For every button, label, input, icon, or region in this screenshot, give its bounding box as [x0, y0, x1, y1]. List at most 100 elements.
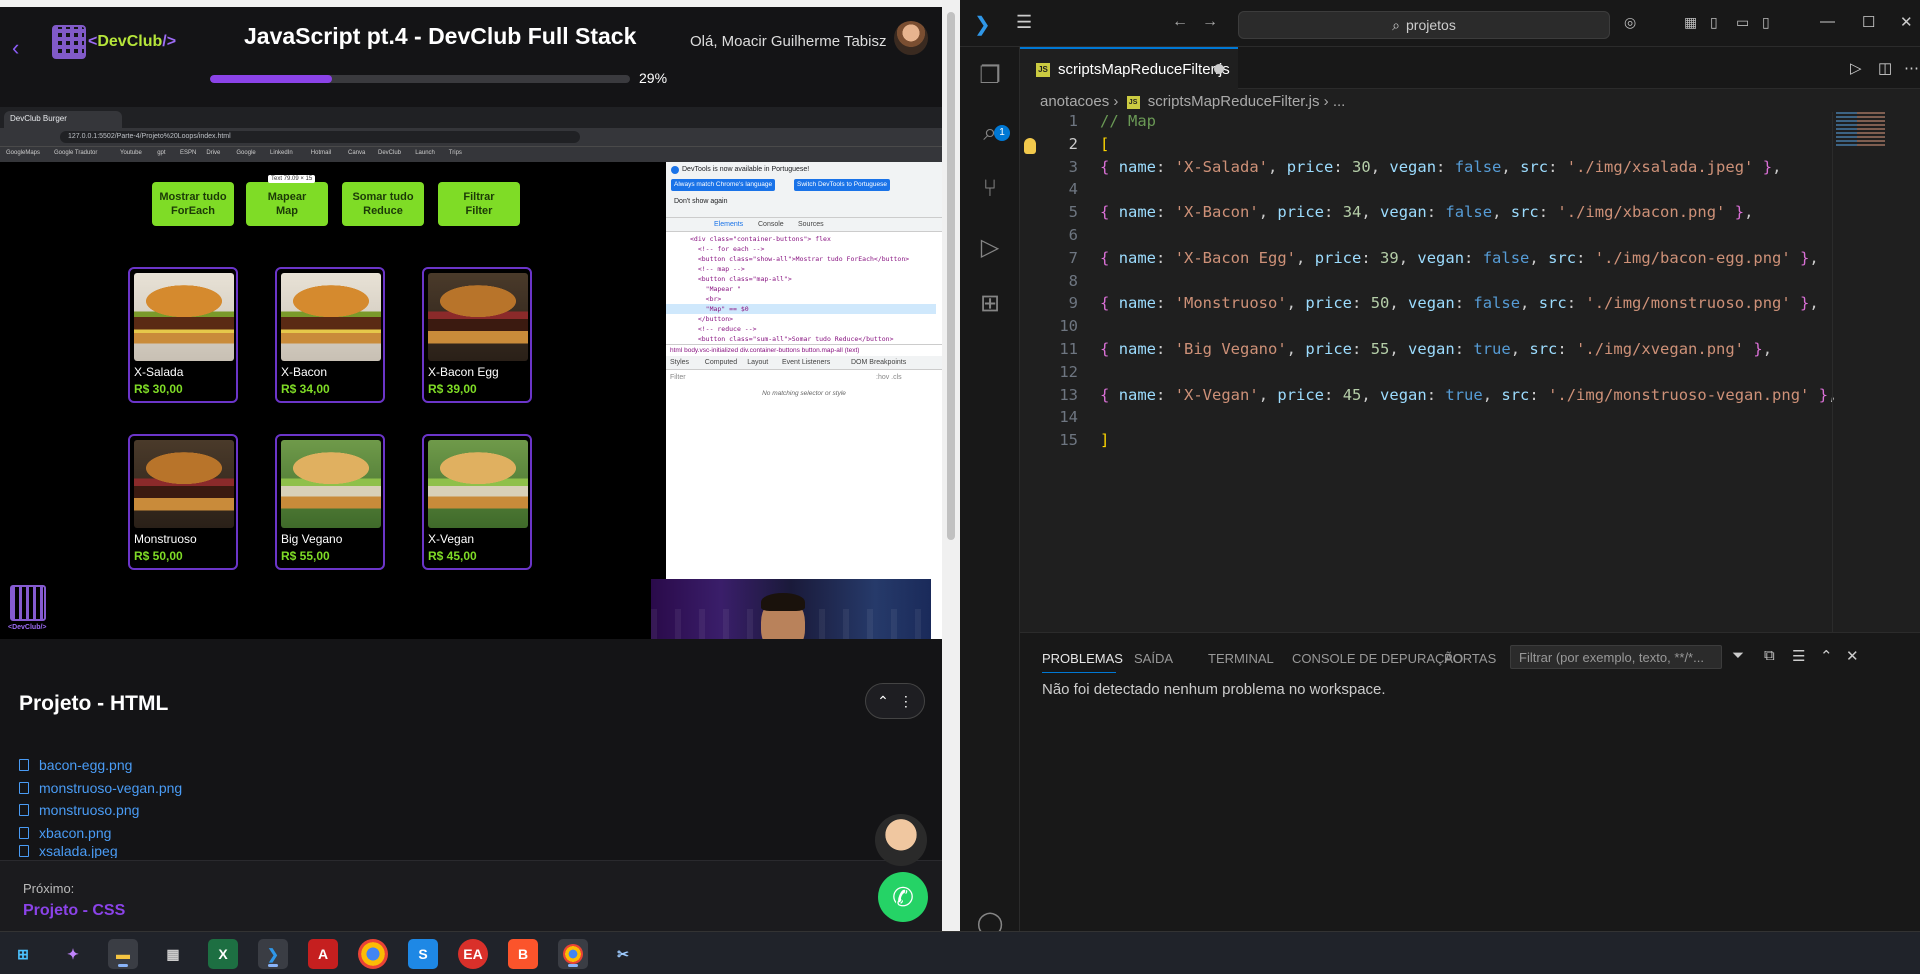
code-line[interactable]: { name: 'X-Vegan', price: 45, vegan: tru… — [1100, 386, 1837, 404]
filter-icon[interactable]: ⏷ — [1732, 647, 1744, 664]
site-logo-text: <DevClub/> — [8, 624, 47, 631]
close-icon[interactable]: ✕ — [1900, 13, 1913, 31]
layout-icon[interactable]: ▦ — [1684, 14, 1697, 31]
lesson-collapse-control[interactable]: ⌃ ⋮ — [865, 683, 925, 719]
scrollbar-thumb[interactable] — [947, 12, 955, 540]
code-line[interactable]: { name: 'X-Bacon Egg', price: 39, vegan:… — [1100, 249, 1819, 267]
minimap-line — [1836, 112, 1906, 114]
maximize-panel-icon[interactable]: ⌃ — [1820, 647, 1833, 665]
file-link[interactable]: monstruoso.png — [19, 799, 182, 822]
maximize-icon[interactable]: ☐ — [1862, 13, 1875, 31]
code-line[interactable]: { name: 'X-Bacon', price: 34, vegan: fal… — [1100, 203, 1753, 221]
menu-icon[interactable]: ☰ — [1016, 12, 1032, 33]
chrome-icon[interactable] — [358, 939, 388, 969]
code-line[interactable]: ] — [1100, 431, 1109, 449]
user-avatar[interactable] — [894, 21, 928, 55]
back-chevron-icon[interactable]: ‹ — [12, 35, 19, 61]
chevron-up-icon[interactable]: ⌃ — [877, 693, 889, 710]
toggle-sidebar-icon[interactable]: ▯ — [1710, 14, 1718, 31]
more-options-icon[interactable]: ⋮ — [899, 693, 913, 710]
chrome-profile-icon[interactable] — [558, 939, 588, 969]
list-view-icon[interactable]: ☰ — [1792, 647, 1805, 665]
file-explorer-icon[interactable]: ▬ — [108, 939, 138, 969]
windows-start-icon[interactable]: ⊞ — [8, 939, 38, 969]
tab-output[interactable]: SAÍDA — [1134, 651, 1173, 666]
instructor-webcam — [651, 579, 931, 639]
next-lesson-link[interactable]: Projeto - CSS — [23, 902, 125, 920]
editor-tab-active[interactable]: JS scriptsMapReduceFilter.js — [1020, 47, 1238, 89]
activity-bar: ❐ 1 ⌕ ⑂ ▷ ⊞ ◯ — [960, 47, 1020, 937]
minimap-line — [1836, 124, 1906, 126]
toggle-panel-icon[interactable]: ▭ — [1736, 14, 1749, 31]
brave-icon[interactable]: B — [508, 939, 538, 969]
minimize-icon[interactable]: — — [1820, 13, 1835, 30]
problems-filter-input[interactable]: Filtrar (por exemplo, texto, **/*... — [1510, 645, 1722, 669]
product-card: X-Salada R$ 30,00 — [128, 267, 238, 403]
bookmark-item: Google Tradutor — [54, 150, 98, 156]
close-panel-icon[interactable]: ✕ — [1846, 647, 1859, 665]
devtools-code-line: <br> — [690, 295, 722, 303]
code-editor[interactable]: 1 // Map 2 [3 { name: 'X-Salada', price: 30,… — [1020, 112, 1920, 632]
toggle-secondary-sidebar-icon[interactable]: ▯ — [1762, 14, 1770, 31]
code-line[interactable]: { name: 'Monstruoso', price: 50, vegan: … — [1100, 294, 1819, 312]
tab-terminal[interactable]: TERMINAL — [1208, 651, 1274, 666]
run-icon[interactable]: ▷ — [1850, 59, 1862, 77]
assistant-avatar[interactable] — [875, 814, 927, 866]
lesson-video[interactable]: DevClub Burger 127.0.0.1:5502/Parte-4/Pr… — [0, 107, 942, 639]
tab-problems[interactable]: PROBLEMAS — [1042, 651, 1123, 666]
app-blue-icon[interactable]: S — [408, 939, 438, 969]
search-icon[interactable]: ⌕ — [976, 119, 1004, 147]
line-number: 10 — [1059, 317, 1078, 336]
copilot-icon[interactable]: ◎ — [1624, 14, 1636, 31]
code-line[interactable]: { name: 'Big Vegano', price: 55, vegan: … — [1100, 340, 1772, 358]
page-scrollbar[interactable] — [942, 0, 960, 931]
forward-arrow-icon[interactable]: → — [1202, 13, 1218, 31]
course-progress-fill — [210, 75, 332, 83]
devtools-code-line: </button> — [690, 315, 734, 323]
extensions-icon[interactable]: ⊞ — [976, 289, 1004, 317]
split-editor-icon[interactable]: ◫ — [1878, 59, 1892, 77]
devtools-style-tab: Event Listeners — [782, 359, 831, 366]
devtools-tab: Console — [758, 221, 784, 228]
ea-icon[interactable]: EA — [458, 939, 488, 969]
video-browser-tabbar: DevClub Burger — [0, 107, 942, 128]
collapse-all-icon[interactable]: ⧉ — [1764, 647, 1775, 664]
editor-tabbar: JS scriptsMapReduceFilter.js ▷ ◫ ⋯ — [1020, 47, 1920, 89]
file-link[interactable]: xsalada.jpeg — [19, 844, 182, 858]
javascript-file-icon: JS — [1036, 63, 1050, 77]
bookmark-item: GoogleMaps — [6, 150, 41, 156]
breadcrumb-folder[interactable]: anotacoes — [1040, 93, 1109, 110]
breadcrumb-more[interactable]: ... — [1333, 93, 1346, 110]
file-link[interactable]: xbacon.png — [19, 822, 182, 845]
product-price: R$ 39,00 — [428, 382, 477, 396]
code-line[interactable]: // Map — [1100, 112, 1156, 130]
file-link[interactable]: bacon-egg.png — [19, 754, 182, 777]
tab-ports[interactable]: PORTAS — [1444, 651, 1496, 666]
devtools-panel: DevTools is now available in Portuguese!… — [666, 162, 942, 639]
next-label: Próximo: — [23, 881, 75, 896]
run-debug-icon[interactable]: ▷ — [976, 233, 1004, 261]
tab-debug-console[interactable]: CONSOLE DE DEPURAÇÃO — [1292, 651, 1463, 666]
line-number: 5 — [1068, 203, 1078, 222]
copilot-icon[interactable]: ✦ — [58, 939, 88, 969]
explorer-icon[interactable]: ❐ — [976, 61, 1004, 89]
acrobat-icon[interactable]: A — [308, 939, 338, 969]
line-number: 11 — [1059, 340, 1078, 358]
next-lesson-bar[interactable]: Próximo: Projeto - CSS — [0, 860, 942, 931]
code-line[interactable]: [ — [1100, 135, 1109, 153]
code-line[interactable]: { name: 'X-Salada', price: 30, vegan: fa… — [1100, 158, 1781, 176]
calculator-icon[interactable]: ▦ — [158, 939, 188, 969]
source-control-icon[interactable]: ⑂ — [976, 175, 1004, 203]
more-actions-icon[interactable]: ⋯ — [1904, 59, 1919, 77]
minimap[interactable] — [1836, 112, 1906, 152]
command-center-search[interactable]: ⌕ projetos — [1238, 11, 1610, 39]
vscode-icon[interactable]: ❯ — [258, 939, 288, 969]
snipping-tool-icon[interactable]: ✂ — [608, 939, 638, 969]
file-link[interactable]: monstruoso-vegan.png — [19, 777, 182, 800]
bookmark-item: Google — [236, 150, 256, 156]
unsaved-dot-icon[interactable] — [1214, 64, 1224, 74]
back-arrow-icon[interactable]: ← — [1172, 13, 1188, 31]
excel-icon[interactable]: X — [208, 939, 238, 969]
breadcrumb-file[interactable]: scriptsMapReduceFilter.js — [1148, 93, 1320, 110]
whatsapp-icon[interactable]: ✆ — [878, 872, 928, 922]
